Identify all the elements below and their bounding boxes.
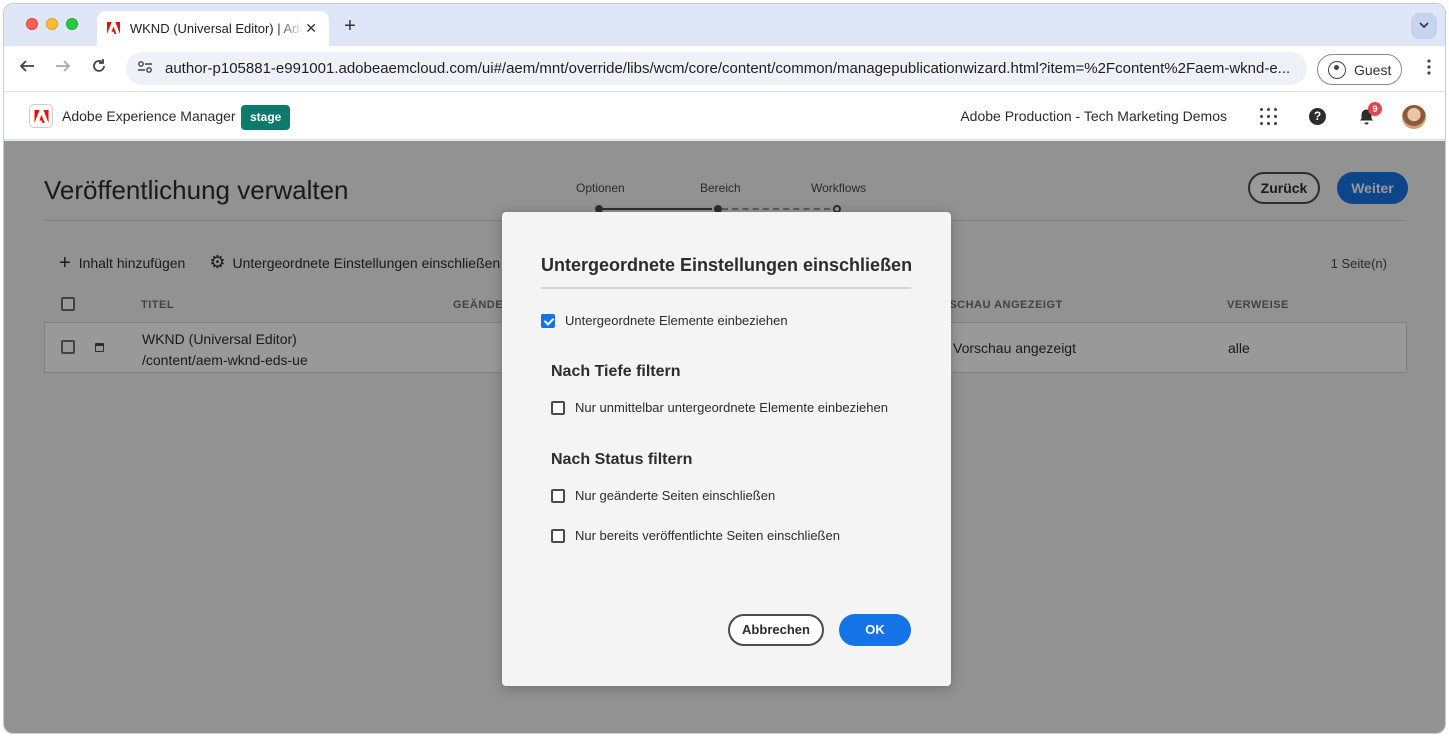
depth-filter-heading: Nach Tiefe filtern <box>551 363 681 380</box>
environment-badge: stage <box>241 105 291 130</box>
notification-badge: 9 <box>1368 102 1382 116</box>
apps-grid-icon[interactable] <box>1260 108 1277 125</box>
maximize-window-button[interactable] <box>66 18 78 30</box>
user-avatar[interactable] <box>1402 105 1426 129</box>
modified-only-checkbox[interactable] <box>551 488 565 503</box>
modified-only-label: Nur geänderte Seiten einschließen <box>575 488 776 503</box>
back-arrow-icon[interactable] <box>16 58 38 80</box>
reload-icon[interactable] <box>88 58 110 80</box>
include-children-option[interactable]: Untergeordnete Elemente einbeziehen <box>541 313 788 328</box>
include-children-option-label: Untergeordnete Elemente einbeziehen <box>565 313 788 328</box>
direct-children-label: Nur unmittelbar untergeordnete Elemente … <box>575 400 888 415</box>
adobe-favicon-icon <box>107 21 121 36</box>
profile-icon <box>1328 60 1346 79</box>
published-only-checkbox[interactable] <box>551 528 565 543</box>
direct-children-checkbox[interactable] <box>551 400 565 415</box>
close-window-button[interactable] <box>26 18 38 30</box>
forward-arrow-icon[interactable] <box>52 58 74 80</box>
minimize-window-button[interactable] <box>46 18 58 30</box>
tab-strip: WKND (Universal Editor) | Adobe Experien… <box>4 4 1445 46</box>
dialog-divider <box>541 287 911 289</box>
chevron-down-icon <box>1419 22 1429 29</box>
new-tab-button[interactable]: + <box>340 15 360 38</box>
modified-only-option[interactable]: Nur geänderte Seiten einschließen <box>551 488 775 503</box>
include-children-checkbox[interactable] <box>541 313 555 328</box>
ok-button[interactable]: OK <box>839 614 911 646</box>
aem-header: Adobe Experience Manager stage Adobe Pro… <box>4 92 1445 140</box>
tab-title: WKND (Universal Editor) | Adobe Experien… <box>129 21 303 36</box>
tab-close-icon[interactable]: ✕ <box>303 20 319 37</box>
adobe-logo-icon[interactable] <box>29 104 53 128</box>
help-icon[interactable]: ? <box>1309 108 1326 125</box>
tab-search-button[interactable] <box>1411 13 1437 39</box>
browser-tab[interactable]: WKND (Universal Editor) | Adobe Experien… <box>97 11 329 46</box>
direct-children-option[interactable]: Nur unmittelbar untergeordnete Elemente … <box>551 400 888 415</box>
published-only-label: Nur bereits veröffentlichte Seiten einsc… <box>575 528 840 543</box>
product-name[interactable]: Adobe Experience Manager <box>62 108 236 124</box>
status-filter-heading: Nach Status filtern <box>551 451 693 468</box>
dialog-title: Untergeordnete Einstellungen einschließe… <box>541 255 913 275</box>
published-only-option[interactable]: Nur bereits veröffentlichte Seiten einsc… <box>551 528 840 543</box>
url-text[interactable]: author-p105881-e991001.adobeaemcloud.com… <box>165 60 1290 77</box>
address-bar[interactable]: author-p105881-e991001.adobeaemcloud.com… <box>126 52 1307 85</box>
profile-button[interactable]: Guest <box>1317 54 1402 85</box>
browser-menu-icon[interactable] <box>1427 58 1431 80</box>
profile-label: Guest <box>1354 61 1392 78</box>
site-settings-icon[interactable] <box>136 60 154 78</box>
browser-toolbar: author-p105881-e991001.adobeaemcloud.com… <box>4 46 1445 92</box>
cancel-button[interactable]: Abbrechen <box>728 614 824 646</box>
include-children-dialog: Untergeordnete Einstellungen einschließe… <box>502 212 951 686</box>
browser-window: WKND (Universal Editor) | Adobe Experien… <box>3 3 1446 734</box>
org-switcher[interactable]: Adobe Production - Tech Marketing Demos <box>960 108 1227 124</box>
